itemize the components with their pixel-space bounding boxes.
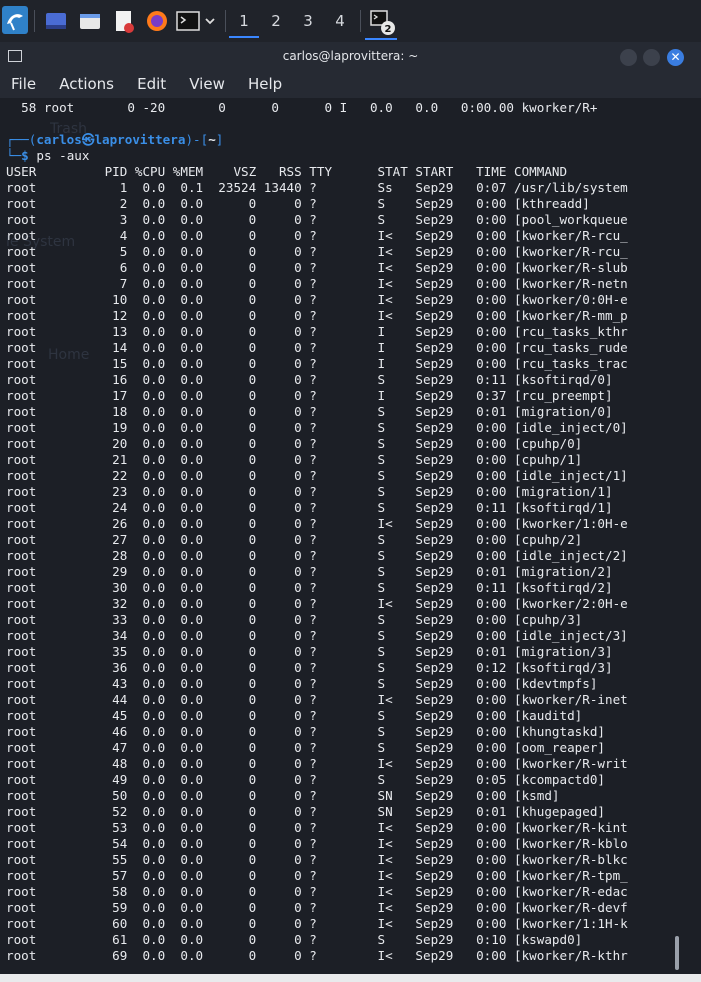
process-row: root 35 0.0 0.0 0 0 ? S Sep29 0:01 [migr… <box>6 644 613 659</box>
menu-view[interactable]: View <box>189 75 225 93</box>
terminal-scrollbar[interactable] <box>675 936 679 970</box>
process-row: root 2 0.0 0.0 0 0 ? S Sep29 0:00 [kthre… <box>6 196 590 211</box>
process-row: root 49 0.0 0.0 0 0 ? S Sep29 0:05 [kcom… <box>6 772 605 787</box>
process-row: root 61 0.0 0.0 0 0 ? S Sep29 0:10 [kswa… <box>6 932 583 947</box>
desktop-taskbar: 1 2 3 4 2 <box>0 0 701 43</box>
process-row: root 57 0.0 0.0 0 0 ? I< Sep29 0:00 [kwo… <box>6 868 628 883</box>
menu-file[interactable]: File <box>11 75 36 93</box>
process-row: root 52 0.0 0.0 0 0 ? SN Sep29 0:01 [khu… <box>6 804 605 819</box>
prompt-user: carlos <box>36 132 82 147</box>
process-row: root 4 0.0 0.0 0 0 ? I< Sep29 0:00 [kwor… <box>6 228 628 243</box>
process-row: root 13 0.0 0.0 0 0 ? I Sep29 0:00 [rcu_… <box>6 324 628 339</box>
terminal-count-badge: 2 <box>385 24 392 35</box>
prompt-host: laprovittera <box>94 132 186 147</box>
menu-edit[interactable]: Edit <box>137 75 166 93</box>
process-row: root 1 0.0 0.1 23524 13440 ? Ss Sep29 0:… <box>6 180 628 195</box>
process-row: root 45 0.0 0.0 0 0 ? S Sep29 0:00 [kaud… <box>6 708 583 723</box>
workspace-3[interactable]: 3 <box>293 6 323 36</box>
previous-output-line: 58 root 0 -20 0 0 0 I 0.0 0.0 0:00.00 kw… <box>6 100 598 115</box>
process-row: root 36 0.0 0.0 0 0 ? S Sep29 0:12 [ksof… <box>6 660 613 675</box>
process-row: root 26 0.0 0.0 0 0 ? I< Sep29 0:00 [kwo… <box>6 516 628 531</box>
close-button[interactable]: ✕ <box>667 49 684 66</box>
process-row: root 5 0.0 0.0 0 0 ? I< Sep29 0:00 [kwor… <box>6 244 628 259</box>
process-row: root 32 0.0 0.0 0 0 ? I< Sep29 0:00 [kwo… <box>6 596 628 611</box>
taskbar-separator <box>225 10 226 32</box>
process-row: root 47 0.0 0.0 0 0 ? S Sep29 0:00 [oom_… <box>6 740 605 755</box>
process-row: root 53 0.0 0.0 0 0 ? I< Sep29 0:00 [kwo… <box>6 820 628 835</box>
process-row: root 15 0.0 0.0 0 0 ? I Sep29 0:00 [rcu_… <box>6 356 628 371</box>
process-row: root 60 0.0 0.0 0 0 ? I< Sep29 0:00 [kwo… <box>6 916 628 931</box>
terminal-window-icon: 2 <box>370 10 395 35</box>
process-row: root 14 0.0 0.0 0 0 ? I Sep29 0:00 [rcu_… <box>6 340 628 355</box>
process-row: root 24 0.0 0.0 0 0 ? S Sep29 0:11 [ksof… <box>6 500 613 515</box>
process-row: root 10 0.0 0.0 0 0 ? I< Sep29 0:00 [kwo… <box>6 292 628 307</box>
process-row: root 16 0.0 0.0 0 0 ? S Sep29 0:11 [ksof… <box>6 372 613 387</box>
process-row: root 27 0.0 0.0 0 0 ? S Sep29 0:00 [cpuh… <box>6 532 583 547</box>
process-row: root 21 0.0 0.0 0 0 ? S Sep29 0:00 [cpuh… <box>6 452 583 467</box>
process-row: root 22 0.0 0.0 0 0 ? S Sep29 0:00 [idle… <box>6 468 628 483</box>
taskbar-separator <box>360 10 361 32</box>
process-row: root 18 0.0 0.0 0 0 ? S Sep29 0:01 [migr… <box>6 404 613 419</box>
process-row: root 7 0.0 0.0 0 0 ? I< Sep29 0:00 [kwor… <box>6 276 628 291</box>
taskbar-separator <box>34 10 35 32</box>
desktop-bottom-edge <box>0 974 701 982</box>
process-row: root 3 0.0 0.0 0 0 ? S Sep29 0:00 [pool_… <box>6 212 628 227</box>
text-editor-icon[interactable] <box>112 7 136 35</box>
process-row: root 28 0.0 0.0 0 0 ? S Sep29 0:00 [idle… <box>6 548 628 563</box>
workspace-4[interactable]: 4 <box>325 6 355 36</box>
process-row: root 19 0.0 0.0 0 0 ? S Sep29 0:00 [idle… <box>6 420 628 435</box>
process-row: root 34 0.0 0.0 0 0 ? S Sep29 0:00 [idle… <box>6 628 628 643</box>
terminal-launcher-icon[interactable] <box>176 7 220 35</box>
process-row: root 48 0.0 0.0 0 0 ? I< Sep29 0:00 [kwo… <box>6 756 628 771</box>
ps-header-row: USER PID %CPU %MEM VSZ RSS TTY STAT STAR… <box>6 164 568 179</box>
entered-command: ps -aux <box>36 148 90 163</box>
process-row: root 33 0.0 0.0 0 0 ? S Sep29 0:00 [cpuh… <box>6 612 583 627</box>
process-row: root 69 0.0 0.0 0 0 ? I< Sep29 0:00 [kwo… <box>6 948 628 963</box>
process-row: root 55 0.0 0.0 0 0 ? I< Sep29 0:00 [kwo… <box>6 852 628 867</box>
file-manager-icon[interactable] <box>78 7 102 35</box>
process-row: root 20 0.0 0.0 0 0 ? S Sep29 0:00 [cpuh… <box>6 436 583 451</box>
prompt-line-2: └─$ ps -aux <box>6 148 90 163</box>
window-titlebar: carlos@laprovittera: ~ ✕ <box>0 42 701 72</box>
show-desktop-icon[interactable] <box>44 7 68 35</box>
process-row: root 59 0.0 0.0 0 0 ? I< Sep29 0:00 [kwo… <box>6 900 628 915</box>
minimize-button[interactable] <box>620 49 637 66</box>
process-row: root 23 0.0 0.0 0 0 ? S Sep29 0:00 [migr… <box>6 484 613 499</box>
kali-menu-icon[interactable] <box>2 6 28 34</box>
prompt-line-1: ┌──(carlos㉿laprovittera)-[~] <box>6 132 224 147</box>
close-icon: ✕ <box>670 50 681 64</box>
maximize-button[interactable] <box>643 49 660 66</box>
process-row: root 17 0.0 0.0 0 0 ? I Sep29 0:37 [rcu_… <box>6 388 613 403</box>
process-row: root 29 0.0 0.0 0 0 ? S Sep29 0:01 [migr… <box>6 564 613 579</box>
workspace-1[interactable]: 1 <box>229 6 259 38</box>
process-row: root 30 0.0 0.0 0 0 ? S Sep29 0:11 [ksof… <box>6 580 613 595</box>
prompt-cwd: ~ <box>208 132 216 147</box>
process-row: root 43 0.0 0.0 0 0 ? S Sep29 0:00 [kdev… <box>6 676 598 691</box>
menu-actions[interactable]: Actions <box>59 75 114 93</box>
process-row: root 50 0.0 0.0 0 0 ? SN Sep29 0:00 [ksm… <box>6 788 560 803</box>
process-row: root 58 0.0 0.0 0 0 ? I< Sep29 0:00 [kwo… <box>6 884 628 899</box>
process-row: root 54 0.0 0.0 0 0 ? I< Sep29 0:00 [kwo… <box>6 836 628 851</box>
terminal-output[interactable]: Trash le System Home 58 root 0 -20 0 0 0… <box>0 98 701 974</box>
process-row: root 6 0.0 0.0 0 0 ? I< Sep29 0:00 [kwor… <box>6 260 628 275</box>
window-title: carlos@laprovittera: ~ <box>282 49 419 63</box>
process-row: root 44 0.0 0.0 0 0 ? I< Sep29 0:00 [kwo… <box>6 692 628 707</box>
workspace-2[interactable]: 2 <box>261 6 291 36</box>
process-row: root 12 0.0 0.0 0 0 ? I< Sep29 0:00 [kwo… <box>6 308 628 323</box>
process-row: root 46 0.0 0.0 0 0 ? S Sep29 0:00 [khun… <box>6 724 605 739</box>
terminal-taskbar-button[interactable]: 2 <box>365 6 397 40</box>
menu-bar: File Actions Edit View Help <box>0 72 701 98</box>
firefox-icon[interactable] <box>145 7 169 35</box>
menu-help[interactable]: Help <box>248 75 282 93</box>
